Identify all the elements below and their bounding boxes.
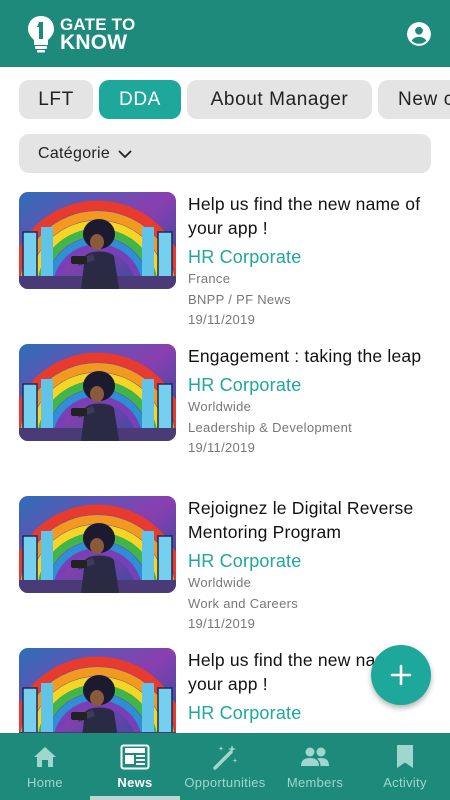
account-circle-icon[interactable]: [406, 21, 432, 47]
category-filter-label: Catégorie: [38, 144, 111, 162]
article-date: 19/11/2019: [188, 440, 256, 455]
logo-line-1: GATE TO: [60, 14, 136, 34]
article-region: France: [188, 271, 231, 286]
chevron-down-icon: [118, 150, 132, 158]
magic-wand-icon: [213, 745, 238, 770]
list-item[interactable]: Rejoignez le Digital Reverse Mentoring P…: [0, 490, 450, 642]
article-date: 19/11/2019: [188, 616, 256, 631]
article-thumbnail: [19, 344, 176, 441]
article-title: Engagement : taking the leap: [188, 346, 422, 366]
article-region: Worldwide: [188, 399, 252, 414]
nav-opportunities[interactable]: Opportunities: [180, 733, 270, 800]
article-title: Rejoignez le Digital Reverse Mentoring P…: [188, 498, 414, 542]
news-icon: [120, 744, 150, 770]
list-item[interactable]: Help us find the new name of your app ! …: [0, 186, 450, 338]
list-item[interactable]: Engagement : taking the leap HR Corporat…: [0, 338, 450, 490]
nav-news-label: News: [117, 775, 153, 790]
plus-icon: [390, 664, 412, 686]
article-category: Work and Careers: [188, 595, 299, 611]
category-tabs: LFT DDA About Manager New c: [0, 80, 450, 122]
add-button[interactable]: [371, 645, 431, 705]
nav-news[interactable]: News: [90, 733, 180, 800]
tab-about-manager[interactable]: About Manager: [187, 80, 372, 119]
article-region: Worldwide: [188, 575, 252, 590]
article-category: BNPP / PF News: [188, 291, 291, 307]
tab-dda[interactable]: DDA: [99, 80, 181, 119]
nav-opportunities-label: Opportunities: [184, 775, 266, 790]
article-author: HR Corporate: [188, 247, 302, 267]
nav-activity[interactable]: Activity: [360, 733, 450, 800]
category-filter-dropdown[interactable]: Catégorie: [19, 134, 431, 173]
article-category: Leadership & Development: [188, 419, 353, 435]
people-icon: [301, 747, 329, 766]
app-header: GATE TO KNOW: [0, 0, 450, 67]
nav-members[interactable]: Members: [270, 733, 360, 800]
article-title: Help us find the new name of your app !: [188, 194, 421, 238]
article-thumbnail: [19, 496, 176, 593]
article-date: 19/11/2019: [188, 312, 256, 327]
app-logo[interactable]: GATE TO KNOW: [26, 15, 135, 53]
article-thumbnail: [19, 192, 176, 289]
bottom-navigation: Home News Opportunities Members Activity: [0, 733, 450, 800]
article-thumbnail: [19, 648, 176, 734]
nav-home-label: Home: [27, 775, 63, 790]
article-author: HR Corporate: [188, 551, 302, 571]
nav-activity-label: Activity: [383, 775, 427, 790]
lightbulb-icon: [28, 15, 54, 52]
bookmark-icon: [397, 745, 413, 768]
home-icon: [34, 747, 56, 767]
nav-members-label: Members: [286, 775, 344, 790]
nav-home[interactable]: Home: [0, 733, 90, 800]
article-author: HR Corporate: [188, 375, 302, 395]
logo-line-2: KNOW: [60, 30, 128, 54]
tab-lft[interactable]: LFT: [19, 80, 93, 119]
tab-new[interactable]: New c: [378, 80, 450, 119]
